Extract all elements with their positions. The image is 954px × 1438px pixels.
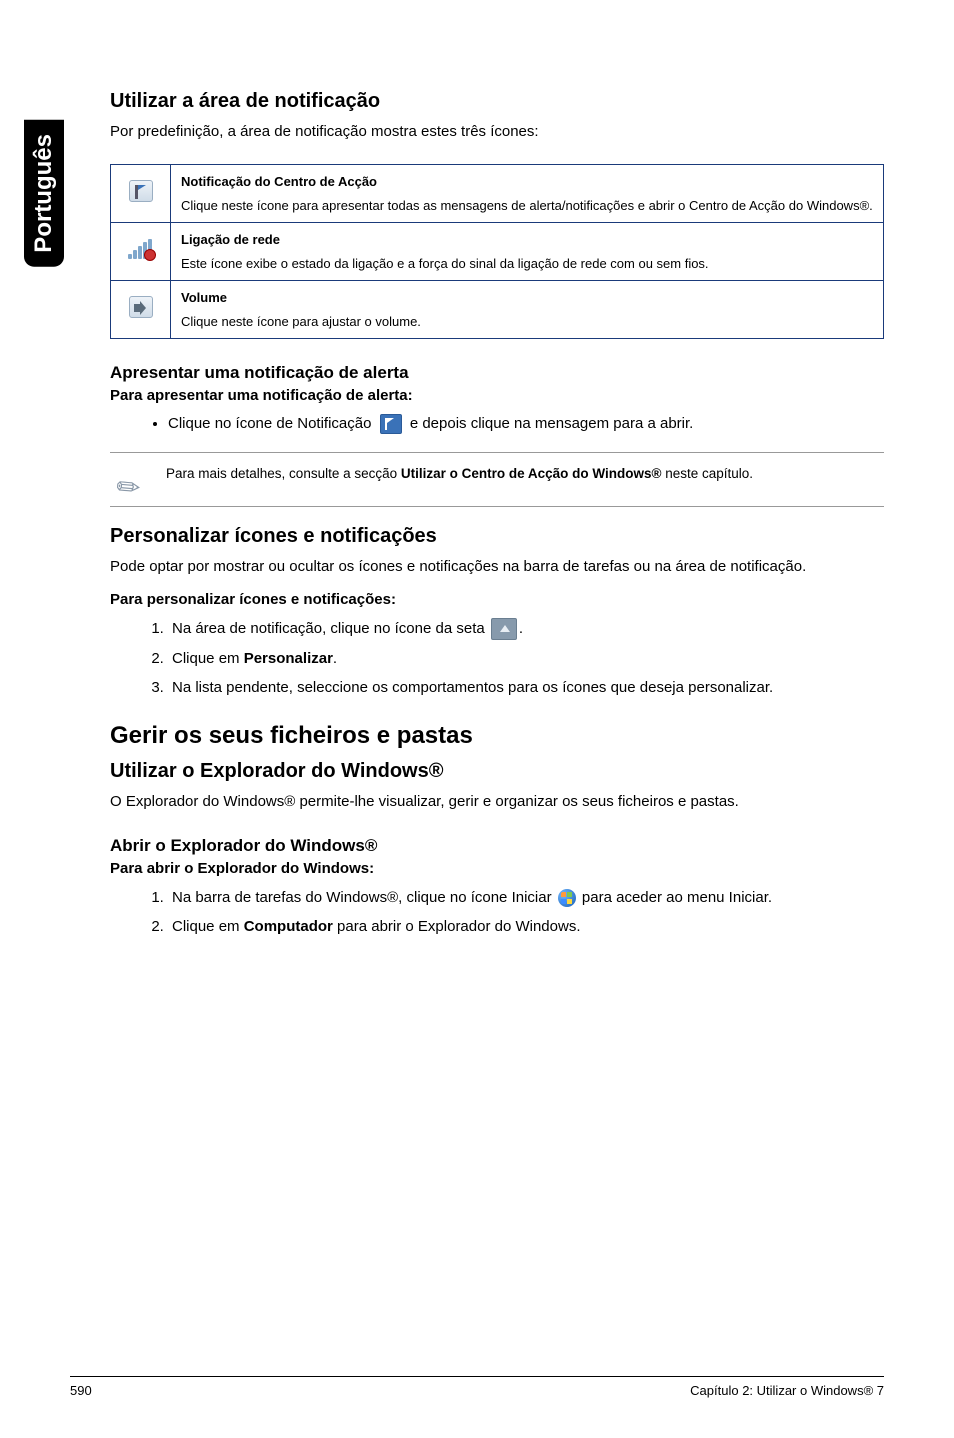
- network-title: Ligação de rede: [181, 231, 873, 249]
- arrow-up-icon: [491, 618, 517, 640]
- volume-desc: Clique neste ícone para ajustar o volume…: [181, 314, 421, 329]
- personalize-intro: Pode optar por mostrar ou ocultar os íco…: [110, 556, 884, 577]
- open-step1-after: para aceder ao menu Iniciar.: [582, 889, 772, 906]
- personalize-heading: Personalizar ícones e notificações: [110, 525, 884, 548]
- network-text-cell: Ligação de rede Este ícone exibe o estad…: [171, 223, 884, 281]
- alert-bullet: Clique no ícone de Notificação e depois …: [168, 414, 884, 434]
- language-tab: Português: [24, 120, 64, 267]
- open-step2-after: para abrir o Explorador do Windows.: [333, 918, 581, 935]
- volume-text-cell: Volume Clique neste ícone para ajustar o…: [171, 281, 884, 339]
- notification-area-intro: Por predefinição, a área de notificação …: [110, 121, 884, 142]
- explorer-paragraph: O Explorador do Windows® permite-lhe vis…: [110, 791, 884, 812]
- personalize-step2-after: .: [333, 650, 337, 667]
- personalize-step-3: Na lista pendente, seleccione os comport…: [168, 677, 884, 698]
- pencil-icon: ✎: [106, 449, 170, 510]
- action-center-text-cell: Notificação do Centro de Acção Clique ne…: [171, 165, 884, 223]
- action-center-desc: Clique neste ícone para apresentar todas…: [181, 198, 873, 213]
- files-section-heading: Gerir os seus ficheiros e pastas: [110, 722, 884, 750]
- note-callout: ✎ Para mais detalhes, consulte a secção …: [110, 452, 884, 507]
- personalize-step-1: Na área de notificação, clique no ícone …: [168, 618, 884, 640]
- chapter-label: Capítulo 2: Utilizar o Windows® 7: [690, 1383, 884, 1398]
- notification-icons-table: Notificação do Centro de Acção Clique ne…: [110, 164, 884, 339]
- note-text-before: Para mais detalhes, consulte a secção: [166, 466, 401, 481]
- action-center-flag-icon: [129, 180, 153, 202]
- note-text-bold: Utilizar o Centro de Acção do Windows®: [401, 466, 662, 481]
- page-number: 590: [70, 1383, 92, 1398]
- alert-bullet-text-after: e depois clique na mensagem para a abrir…: [410, 415, 694, 432]
- notification-area-heading: Utilizar a área de notificação: [110, 90, 884, 113]
- network-desc: Este ícone exibe o estado da ligação e a…: [181, 256, 709, 271]
- table-row: Volume Clique neste ícone para ajustar o…: [111, 281, 884, 339]
- volume-title: Volume: [181, 289, 873, 307]
- action-center-title: Notificação do Centro de Acção: [181, 173, 873, 191]
- page-footer: 590 Capítulo 2: Utilizar o Windows® 7: [70, 1376, 884, 1398]
- note-text: Para mais detalhes, consulte a secção Ut…: [166, 463, 753, 484]
- network-icon-cell: [111, 223, 171, 281]
- table-row: Notificação do Centro de Acção Clique ne…: [111, 165, 884, 223]
- note-text-after: neste capítulo.: [661, 466, 753, 481]
- personalize-step1-before: Na área de notificação, clique no ícone …: [172, 620, 489, 637]
- open-step2-bold: Computador: [244, 918, 333, 935]
- open-explorer-subheading: Para abrir o Explorador do Windows:: [110, 860, 884, 877]
- windows-start-icon: [558, 889, 576, 907]
- notification-flag-icon: [380, 414, 402, 434]
- personalize-step2-before: Clique em: [172, 650, 244, 667]
- open-step2-before: Clique em: [172, 918, 244, 935]
- volume-icon-cell: [111, 281, 171, 339]
- table-row: Ligação de rede Este ícone exibe o estad…: [111, 223, 884, 281]
- open-explorer-heading: Abrir o Explorador do Windows®: [110, 836, 884, 856]
- network-signal-icon: [128, 239, 154, 259]
- personalize-subheading: Para personalizar ícones e notificações:: [110, 591, 884, 608]
- explorer-heading: Utilizar o Explorador do Windows®: [110, 760, 884, 783]
- open-explorer-step-2: Clique em Computador para abrir o Explor…: [168, 916, 884, 937]
- personalize-step2-bold: Personalizar: [244, 650, 333, 667]
- personalize-step-2: Clique em Personalizar.: [168, 648, 884, 669]
- action-center-icon-cell: [111, 165, 171, 223]
- alert-subheading: Para apresentar uma notificação de alert…: [110, 387, 884, 404]
- open-explorer-step-1: Na barra de tarefas do Windows®, clique …: [168, 887, 884, 908]
- personalize-step1-after: .: [519, 620, 523, 637]
- volume-speaker-icon: [129, 296, 153, 318]
- open-step1-before: Na barra de tarefas do Windows®, clique …: [172, 889, 556, 906]
- alert-heading: Apresentar uma notificação de alerta: [110, 363, 884, 383]
- alert-bullet-text-before: Clique no ícone de Notificação: [168, 415, 376, 432]
